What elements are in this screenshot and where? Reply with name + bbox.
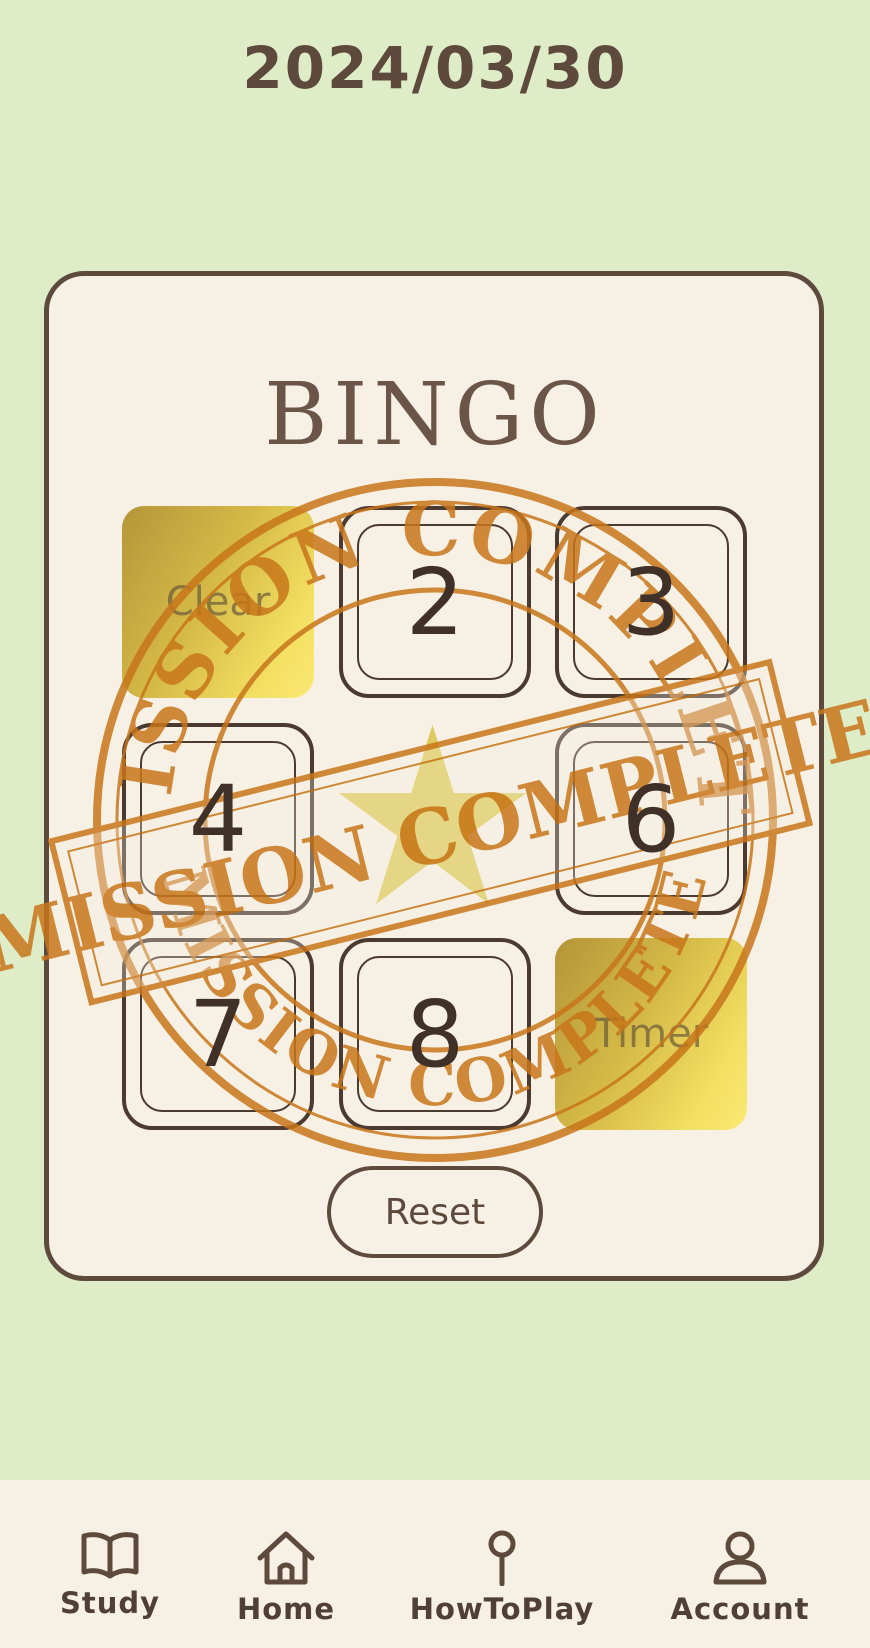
bingo-tile-9-label: Timer xyxy=(593,1011,709,1057)
nav-home-label: Home xyxy=(236,1592,336,1626)
nav-account-label: Account xyxy=(670,1592,810,1626)
bingo-tile-6[interactable]: 6 xyxy=(555,723,747,915)
bingo-tile-3-label: 3 xyxy=(621,548,681,656)
nav-account[interactable]: Account xyxy=(650,1480,830,1648)
bingo-tile-7-label: 7 xyxy=(188,980,248,1088)
bingo-title: BINGO xyxy=(264,365,606,465)
bingo-tile-3[interactable]: 3 xyxy=(555,506,747,698)
bingo-tile-7[interactable]: 7 xyxy=(122,938,314,1130)
home-icon xyxy=(257,1531,315,1585)
bingo-tile-2-label: 2 xyxy=(405,548,465,656)
nav-home[interactable]: Home xyxy=(196,1480,376,1648)
bingo-tile-9[interactable]: Timer xyxy=(555,938,747,1130)
bingo-tile-1[interactable]: Clear xyxy=(122,506,314,698)
nav-study-label: Study xyxy=(59,1586,161,1620)
reset-button[interactable]: Reset xyxy=(327,1166,543,1258)
nav-howtoplay[interactable]: HowToPlay xyxy=(409,1480,595,1648)
bingo-tile-4[interactable]: 4 xyxy=(122,723,314,915)
bingo-tile-6-label: 6 xyxy=(621,765,681,873)
date-header: 2024/03/30 xyxy=(242,34,628,102)
nav-howtoplay-label: HowToPlay xyxy=(409,1592,595,1626)
bingo-tile-1-label: Clear xyxy=(165,579,271,625)
bingo-tile-8[interactable]: 8 xyxy=(339,938,531,1130)
bingo-tile-2[interactable]: 2 xyxy=(339,506,531,698)
person-icon xyxy=(713,1531,767,1585)
nav-study[interactable]: Study xyxy=(20,1480,200,1648)
bottom-nav: Study Home HowToPlay Account xyxy=(0,1480,870,1648)
bingo-tile-8-label: 8 xyxy=(405,980,465,1088)
pin-icon xyxy=(488,1530,516,1586)
star-icon xyxy=(339,725,526,905)
bingo-tile-4-label: 4 xyxy=(188,765,248,873)
book-icon xyxy=(81,1532,139,1579)
